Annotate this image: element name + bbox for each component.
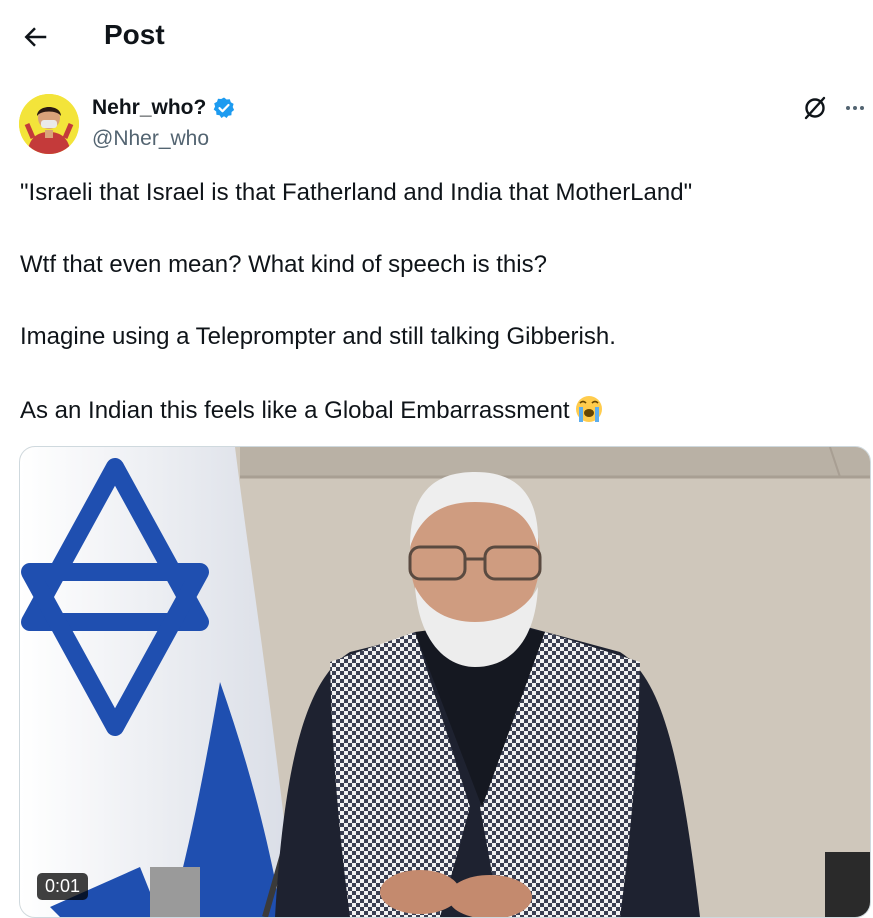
- loudly-crying-face-emoji: [575, 396, 602, 422]
- author-handle[interactable]: @Nher_who: [92, 127, 209, 151]
- video-frame: [20, 447, 870, 917]
- tweet-text-line: Wtf that even mean? What kind of speech …: [20, 251, 547, 278]
- author-name[interactable]: Nehr_who?: [92, 96, 206, 120]
- tweet-text-line: "Israeli that Israel is that Fatherland …: [20, 179, 693, 206]
- page-title: Post: [104, 19, 165, 50]
- avatar[interactable]: [19, 94, 79, 154]
- tweet-text: As an Indian this feels like a Global Em…: [20, 397, 570, 424]
- grok-icon[interactable]: [802, 95, 828, 121]
- more-icon[interactable]: [844, 98, 866, 118]
- back-arrow-icon[interactable]: [20, 22, 50, 52]
- top-bar: Post: [0, 0, 873, 74]
- verified-badge-icon: [213, 97, 235, 118]
- video-timestamp: 0:01: [37, 873, 89, 900]
- video-player[interactable]: [19, 446, 871, 918]
- tweet-text-line: Imagine using a Teleprompter and still t…: [20, 323, 616, 350]
- tweet-text-line: As an Indian this feels like a Global Em…: [20, 394, 604, 426]
